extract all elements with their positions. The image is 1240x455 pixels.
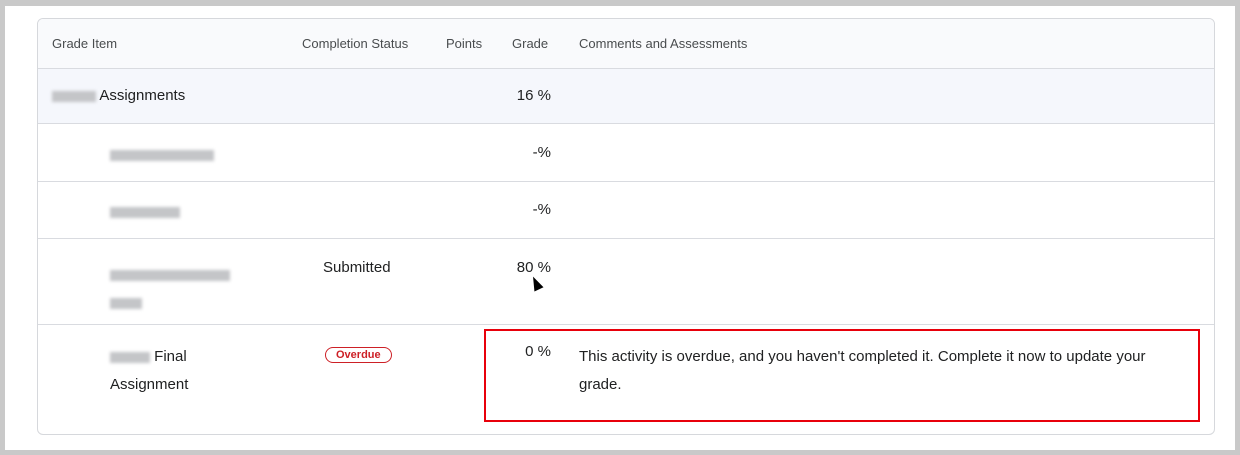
header-grade-item[interactable]: Grade Item	[52, 36, 117, 51]
grade-value: 80 %	[516, 259, 551, 276]
grade-item-name[interactable]: Final Assignment	[110, 343, 220, 399]
highlight-box	[484, 329, 1200, 422]
grade-item-name-blurred[interactable]	[110, 146, 214, 163]
grade-value: -%	[532, 201, 551, 218]
header-grade[interactable]: Grade	[512, 36, 548, 51]
table-header: Grade Item Completion Status Points Grad…	[38, 19, 1214, 69]
overdue-badge: Overdue	[325, 347, 392, 363]
grade-value: -%	[532, 144, 551, 161]
header-comments[interactable]: Comments and Assessments	[579, 36, 747, 51]
table-row: -%	[38, 182, 1214, 239]
category-row: Assignments 16 %	[38, 69, 1214, 124]
header-points[interactable]: Points	[446, 36, 482, 51]
grade-item-name-blurred[interactable]	[110, 203, 180, 220]
category-name: Assignments	[52, 87, 185, 104]
table-row: -%	[38, 124, 1214, 182]
completion-status: Submitted	[323, 259, 391, 276]
category-label: Assignments	[99, 87, 186, 104]
grade-item-name-blurred[interactable]	[110, 261, 250, 317]
category-grade: 16 %	[516, 87, 551, 104]
table-row: Submitted 80 %	[38, 239, 1214, 325]
status-badge: Overdue	[325, 345, 392, 363]
header-completion-status[interactable]: Completion Status	[302, 36, 408, 51]
